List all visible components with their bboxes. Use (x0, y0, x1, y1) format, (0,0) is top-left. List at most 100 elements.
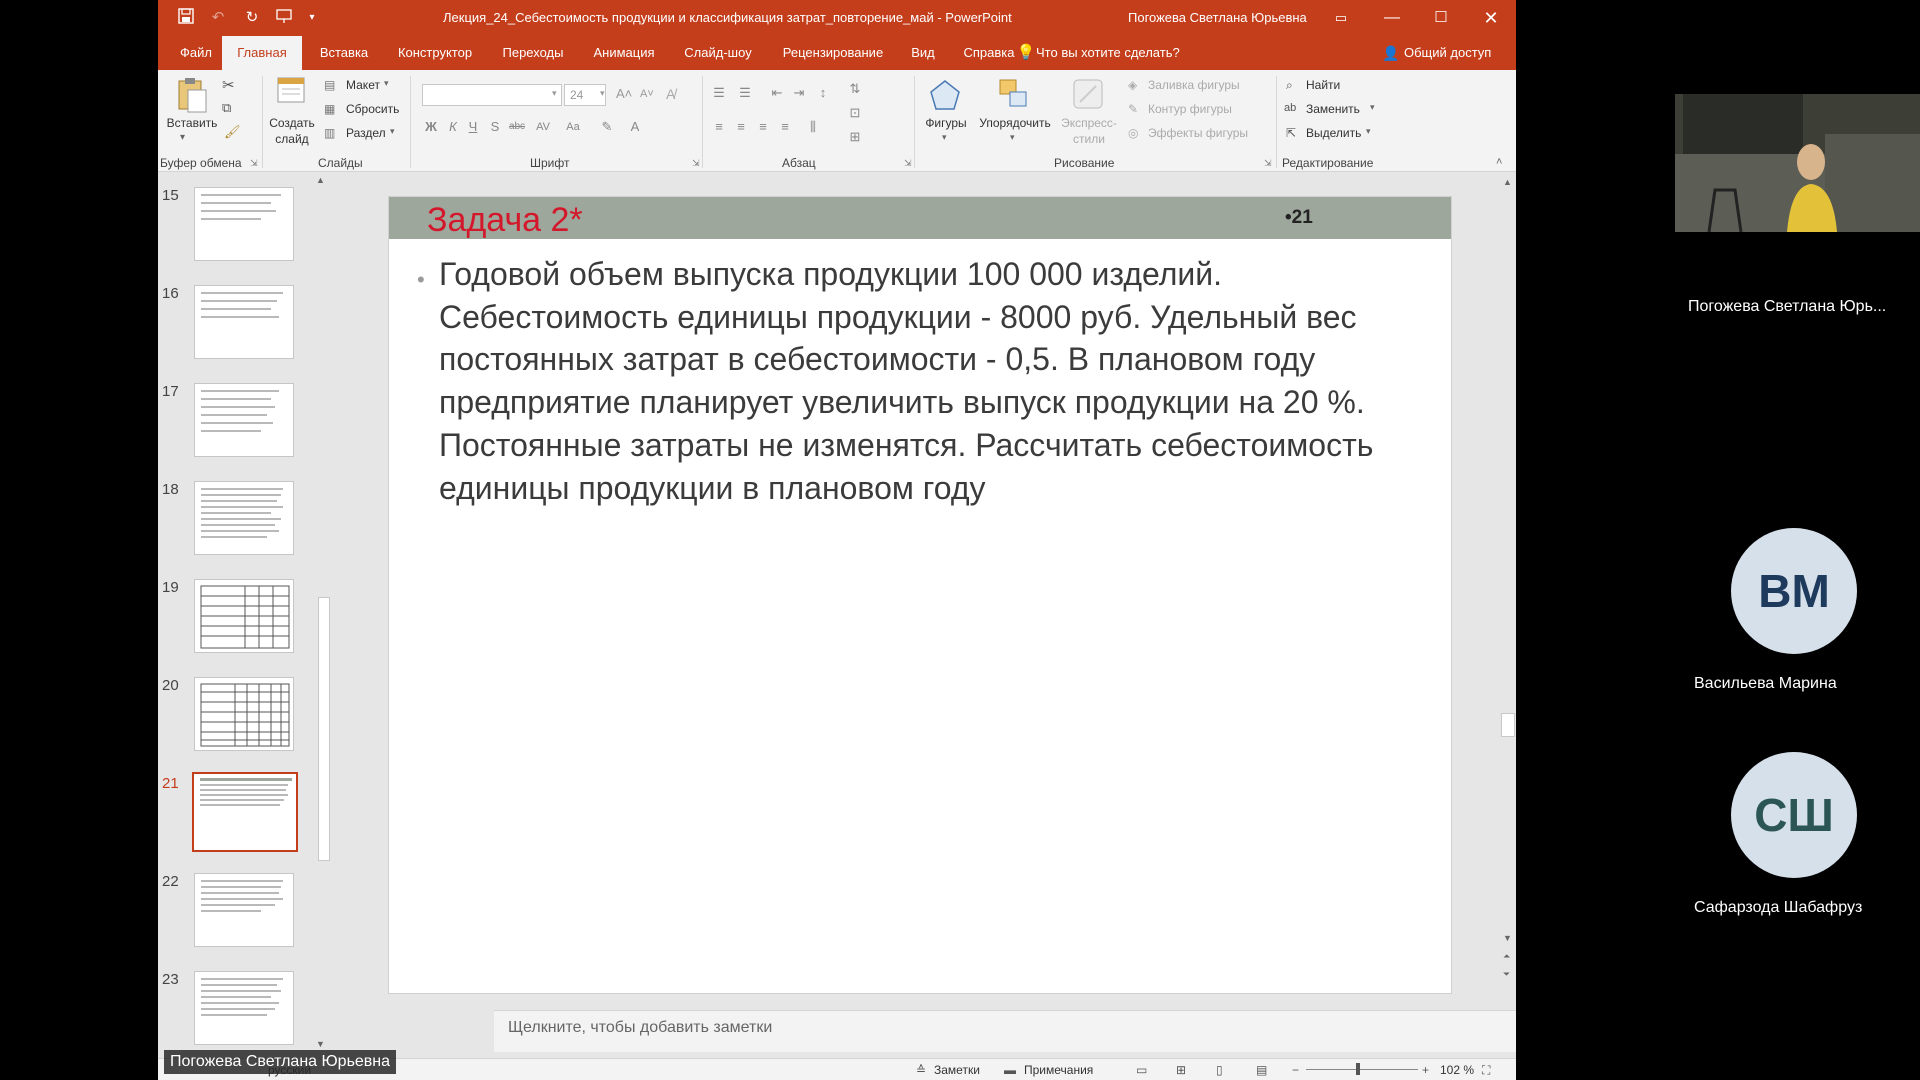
find-icon[interactable]: ⌕ (1286, 78, 1293, 93)
shape-effects-button[interactable]: Эффекты фигуры (1148, 126, 1248, 140)
text-direction-icon[interactable]: ⇅ (846, 80, 864, 98)
arrange-dropdown-icon[interactable]: ▾ (1010, 132, 1015, 143)
maximize-button[interactable]: ☐ (1426, 4, 1456, 32)
decrease-indent-icon[interactable]: ⇤ (768, 84, 786, 102)
select-button[interactable]: Выделить (1306, 126, 1361, 140)
shape-fill-icon[interactable]: ◈ (1128, 78, 1137, 92)
quick-styles-label-1[interactable]: Экспресс- (1058, 116, 1120, 130)
previous-slide-icon[interactable]: ⏶ (1503, 951, 1510, 962)
quick-styles-label-2[interactable]: стили (1058, 132, 1120, 146)
character-spacing-icon[interactable]: AV (534, 118, 552, 136)
slide-thumbnail[interactable] (194, 579, 294, 653)
comments-icon[interactable]: ▬ (1004, 1063, 1016, 1077)
notes-placeholder[interactable]: Щелкните, чтобы добавить заметки (508, 1019, 772, 1037)
zoom-slider-track[interactable] (1306, 1069, 1418, 1070)
replace-icon[interactable]: ab (1284, 102, 1296, 114)
slide-sorter-icon[interactable]: ⊞ (1176, 1063, 1186, 1077)
section-icon[interactable]: ▥ (324, 126, 335, 140)
avatar[interactable]: ВМ (1731, 528, 1857, 654)
arrange-icon[interactable] (998, 78, 1030, 115)
reset-icon[interactable]: ▦ (324, 102, 335, 116)
slide-title[interactable]: Задача 2* (427, 197, 583, 243)
select-dropdown-icon[interactable]: ▾ (1366, 126, 1371, 137)
slideshow-view-icon[interactable]: ▤ (1256, 1063, 1267, 1077)
tab-review[interactable]: Рецензирование (770, 36, 896, 70)
increase-indent-icon[interactable]: ⇥ (790, 84, 808, 102)
strikethrough-icon[interactable]: abc (508, 118, 526, 136)
section-dropdown-icon[interactable]: ▾ (390, 126, 395, 137)
new-slide-label-1[interactable]: Создать (268, 116, 316, 130)
share-button[interactable]: Общий доступ (1404, 36, 1491, 70)
bullets-icon[interactable]: ☰ (710, 84, 728, 102)
tell-me-search[interactable]: Что вы хотите сделать? (1036, 36, 1180, 70)
tab-insert[interactable]: Вставка (306, 36, 382, 70)
slide-scrollbar[interactable]: ▲ ▼ ⏶ ⏷ (1500, 173, 1516, 1009)
layout-button[interactable]: Макет (346, 78, 380, 92)
copy-icon[interactable]: ⧉ (222, 100, 231, 116)
change-case-icon[interactable]: Aa (564, 118, 582, 136)
tab-file[interactable]: Файл (170, 36, 222, 70)
clipboard-launcher-icon[interactable]: ⇲ (250, 158, 258, 169)
slide-thumbnail[interactable] (194, 481, 294, 555)
new-slide-label-2[interactable]: слайд (268, 132, 316, 146)
shape-fill-button[interactable]: Заливка фигуры (1148, 78, 1240, 92)
redo-icon[interactable]: ↻ (242, 8, 262, 28)
shape-effects-icon[interactable]: ◎ (1128, 126, 1138, 140)
shapes-label[interactable]: Фигуры (918, 116, 974, 130)
scroll-down-icon[interactable]: ▼ (1503, 933, 1512, 943)
zoom-in-icon[interactable]: + (1422, 1063, 1429, 1077)
font-name-input[interactable] (422, 84, 562, 106)
reading-view-icon[interactable]: ▯ (1216, 1063, 1223, 1077)
line-spacing-icon[interactable]: ↕ (814, 84, 832, 102)
collapse-ribbon-icon[interactable]: ˄ (1496, 156, 1502, 168)
slide-thumbnail[interactable] (194, 187, 294, 261)
ribbon-display-options-icon[interactable]: ▭ (1326, 4, 1356, 32)
font-launcher-icon[interactable]: ⇲ (692, 158, 700, 169)
align-text-icon[interactable]: ⊡ (846, 104, 864, 122)
slide-thumbnail[interactable] (194, 383, 294, 457)
avatar[interactable]: СШ (1731, 752, 1857, 878)
paste-label[interactable]: Вставить (164, 116, 220, 130)
slide-body-text[interactable]: Годовой объем выпуска продукции 100 000 … (439, 253, 1439, 509)
notes-icon[interactable]: ≙ (916, 1063, 926, 1077)
participant-video[interactable] (1675, 94, 1920, 232)
clear-formatting-icon[interactable]: A̸ (666, 86, 675, 102)
shapes-dropdown-icon[interactable]: ▾ (942, 132, 947, 143)
tab-slideshow[interactable]: Слайд-шоу (670, 36, 766, 70)
slide-canvas[interactable]: Задача 2* •21 • Годовой объем выпуска пр… (388, 196, 1452, 994)
slide-thumbnail[interactable] (194, 677, 294, 751)
notes-toggle-button[interactable]: Заметки (934, 1063, 980, 1077)
font-color-icon[interactable]: A (626, 118, 644, 136)
slide-thumbnail[interactable] (194, 285, 294, 359)
replace-button[interactable]: Заменить (1306, 102, 1360, 116)
slide-scroll-thumb[interactable] (1501, 713, 1515, 737)
notes-pane[interactable]: Щелкните, чтобы добавить заметки (494, 1010, 1516, 1052)
scroll-up-icon[interactable]: ▲ (316, 175, 325, 185)
italic-icon[interactable]: К (444, 118, 462, 136)
slide-thumbnail-active[interactable] (192, 772, 298, 852)
tab-home[interactable]: Главная (222, 36, 302, 70)
scroll-down-icon[interactable]: ▼ (316, 1039, 325, 1049)
find-button[interactable]: Найти (1306, 78, 1340, 92)
align-left-icon[interactable]: ≡ (710, 118, 728, 136)
comments-toggle-button[interactable]: Примечания (1024, 1063, 1093, 1077)
minimize-button[interactable]: — (1377, 4, 1407, 32)
numbering-icon[interactable]: ☰ (736, 84, 754, 102)
tab-animations[interactable]: Анимация (582, 36, 666, 70)
shape-outline-icon[interactable]: ✎ (1128, 102, 1138, 116)
cut-icon[interactable]: ✂ (222, 76, 235, 94)
shape-outline-button[interactable]: Контур фигуры (1148, 102, 1232, 116)
zoom-slider-thumb[interactable] (1356, 1063, 1360, 1075)
save-icon[interactable] (176, 8, 196, 28)
quick-styles-icon[interactable] (1072, 78, 1104, 115)
paragraph-launcher-icon[interactable]: ⇲ (904, 158, 912, 169)
fit-to-window-icon[interactable]: ⛶ (1482, 1063, 1490, 1078)
align-right-icon[interactable]: ≡ (754, 118, 772, 136)
zoom-level[interactable]: 102 % (1440, 1063, 1474, 1077)
arrange-label[interactable]: Упорядочить (976, 116, 1054, 130)
tab-transitions[interactable]: Переходы (488, 36, 578, 70)
layout-icon[interactable]: ▤ (324, 78, 335, 92)
new-slide-icon[interactable] (276, 76, 306, 111)
highlight-icon[interactable]: ✎ (598, 118, 616, 136)
decrease-font-icon[interactable]: A˅ (640, 88, 654, 100)
